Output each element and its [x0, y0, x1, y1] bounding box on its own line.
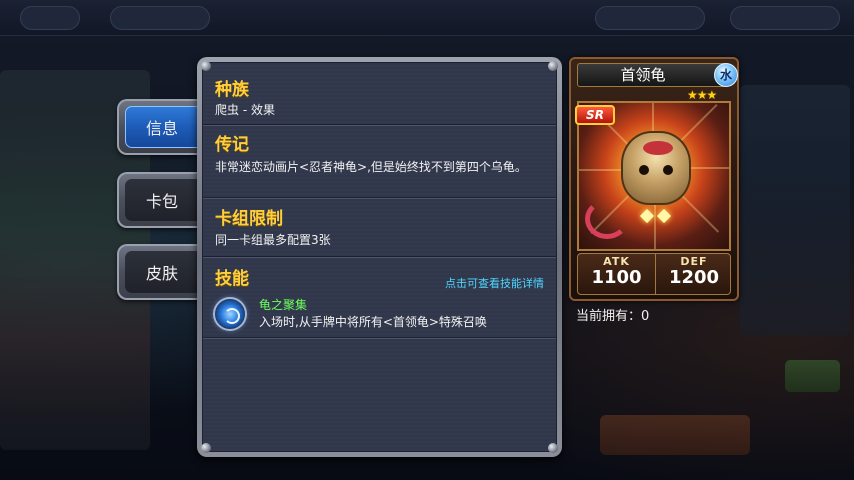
- turtle-head-figure: [621, 131, 691, 205]
- rivet-decoration: [548, 61, 558, 71]
- bio-title: 传记: [215, 135, 249, 155]
- rarity-badge: SR: [575, 105, 615, 125]
- background-top-pill: [110, 6, 210, 30]
- skill-orb-icon[interactable]: [213, 297, 247, 331]
- glowing-eyes-figure: [639, 208, 672, 225]
- atk-value: 1100: [591, 267, 642, 288]
- skill-detail-link[interactable]: 点击可查看技能详情: [445, 275, 544, 291]
- deck-limit-section: 卡组限制 同一卡组最多配置3张: [203, 199, 556, 258]
- background-card: [740, 85, 850, 335]
- tab-skin-label: 皮肤: [145, 264, 178, 283]
- card-star-icons: ★★★: [687, 88, 717, 102]
- deck-limit-title: 卡组限制: [215, 209, 283, 229]
- monster-card[interactable]: 首领龟 水 ★★★ SR ATK 1100 DEF 1200: [569, 57, 739, 301]
- bio-text: 非常迷恋动画片<忍者神龟>,但是始终找不到第四个乌龟。: [215, 160, 527, 174]
- background-button: [600, 415, 750, 455]
- tentacle-figure: [585, 199, 629, 239]
- race-text: 爬虫 - 效果: [215, 103, 275, 117]
- card-name: 首领龟: [577, 63, 727, 87]
- card-info-panel-body: 种族 爬虫 - 效果 传记 非常迷恋动画片<忍者神龟>,但是始终找不到第四个乌龟…: [202, 62, 557, 452]
- tab-info[interactable]: 信息: [117, 99, 209, 155]
- rivet-decoration: [201, 443, 211, 453]
- tab-info-label: 信息: [145, 119, 178, 138]
- tab-card-pack-label: 卡包: [145, 192, 178, 211]
- skill-name: 龟之聚集: [259, 298, 308, 312]
- card-info-panel: 种族 爬虫 - 效果 传记 非常迷恋动画片<忍者神龟>,但是始终找不到第四个乌龟…: [197, 57, 562, 457]
- def-stat: DEF 1200: [655, 254, 732, 294]
- card-attribute-badge: 水: [714, 63, 738, 87]
- card-stats: ATK 1100 DEF 1200: [577, 253, 731, 295]
- def-value: 1200: [668, 267, 720, 288]
- bio-section: 传记 非常迷恋动画片<忍者神龟>,但是始终找不到第四个乌龟。: [203, 126, 556, 199]
- tab-card-pack[interactable]: 卡包: [117, 172, 209, 228]
- race-section: 种族 爬虫 - 效果: [203, 63, 556, 126]
- deck-limit-text: 同一卡组最多配置3张: [215, 233, 331, 247]
- rivet-decoration: [201, 61, 211, 71]
- background-top-pill: [20, 6, 80, 30]
- background-top-pill: [730, 6, 840, 30]
- skill-title: 技能: [215, 269, 249, 289]
- background-button: [785, 360, 840, 392]
- owned-count: 当前拥有：0: [576, 309, 650, 324]
- race-title: 种族: [215, 80, 249, 100]
- background-top-pill: [595, 6, 705, 30]
- tab-skin[interactable]: 皮肤: [117, 244, 209, 300]
- background-top-bar: [0, 0, 854, 36]
- skill-description: 入场时,从手牌中将所有<首领龟>特殊召唤: [259, 315, 487, 329]
- atk-stat: ATK 1100: [578, 254, 655, 294]
- rivet-decoration: [548, 443, 558, 453]
